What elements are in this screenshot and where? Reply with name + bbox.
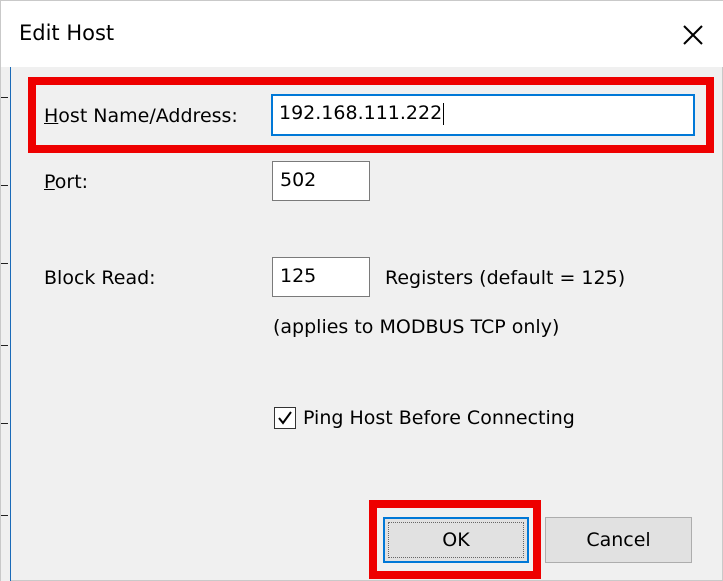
host-name-label: Host Name/Address: xyxy=(44,105,238,127)
dialog-title: Edit Host xyxy=(19,21,115,45)
edge-tick xyxy=(1,423,8,424)
ok-button[interactable]: OK xyxy=(383,517,529,563)
close-button[interactable] xyxy=(677,19,709,51)
registers-units-label: Registers (default = 125) xyxy=(385,267,626,289)
modbus-note: (applies to MODBUS TCP only) xyxy=(273,316,560,338)
edge-tick xyxy=(1,97,8,98)
window-edge xyxy=(1,67,11,581)
edge-tick xyxy=(1,185,8,186)
edge-tick xyxy=(1,515,8,516)
edge-tick xyxy=(1,263,8,264)
text-caret xyxy=(443,102,445,125)
cancel-button[interactable]: Cancel xyxy=(545,517,692,563)
close-icon xyxy=(683,25,703,45)
ping-host-label[interactable]: Ping Host Before Connecting xyxy=(303,405,575,431)
host-name-input[interactable]: 192.168.111.222 xyxy=(271,94,695,136)
title-bar: Edit Host xyxy=(1,1,723,67)
checkmark-icon xyxy=(278,411,292,425)
block-read-input[interactable]: 125 xyxy=(272,257,370,297)
port-label: Port: xyxy=(44,171,89,193)
ping-host-checkbox[interactable] xyxy=(274,407,296,429)
edit-host-dialog: Edit Host Host Name/Address: 192.168.111… xyxy=(0,0,723,581)
port-input[interactable]: 502 xyxy=(272,161,370,201)
block-read-label: Block Read: xyxy=(44,267,156,289)
focus-ring xyxy=(388,522,524,558)
edge-tick xyxy=(1,345,8,346)
